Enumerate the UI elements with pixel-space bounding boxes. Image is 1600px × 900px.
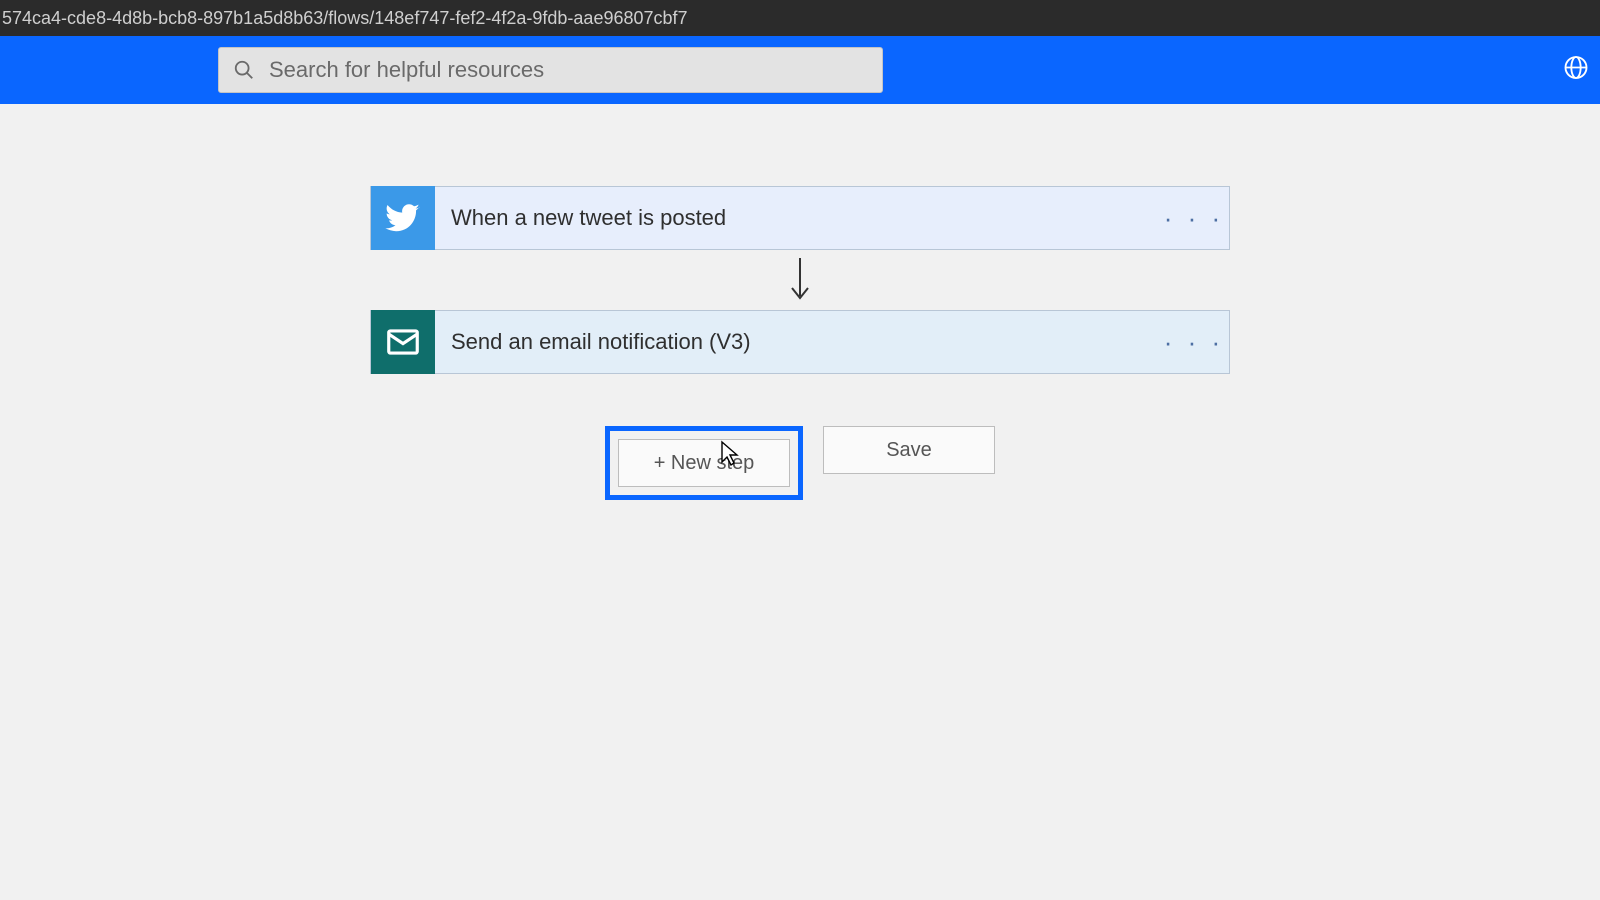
address-text: 574ca4-cde8-4d8b-bcb8-897b1a5d8b63/flows…: [2, 8, 688, 28]
action-title: Send an email notification (V3): [435, 329, 1159, 355]
search-box[interactable]: [218, 47, 883, 93]
trigger-card[interactable]: When a new tweet is posted · · ·: [370, 186, 1230, 250]
mail-icon: [371, 310, 435, 374]
app-header: [0, 36, 1600, 104]
environment-icon[interactable]: [1562, 54, 1590, 87]
twitter-icon: [371, 186, 435, 250]
flow-canvas: When a new tweet is posted · · · Send an…: [0, 104, 1600, 500]
save-button[interactable]: Save: [823, 426, 995, 474]
browser-address-bar[interactable]: 574ca4-cde8-4d8b-bcb8-897b1a5d8b63/flows…: [0, 0, 1600, 36]
action-card[interactable]: Send an email notification (V3) · · ·: [370, 310, 1230, 374]
trigger-menu-button[interactable]: · · ·: [1159, 203, 1229, 234]
action-menu-button[interactable]: · · ·: [1159, 327, 1229, 358]
highlight-box: + New step: [605, 426, 803, 500]
flow-connector[interactable]: [370, 250, 1230, 310]
trigger-title: When a new tweet is posted: [435, 205, 1159, 231]
new-step-button[interactable]: + New step: [618, 439, 790, 487]
search-input[interactable]: [269, 57, 868, 83]
search-icon: [233, 59, 255, 81]
button-row: + New step Save: [370, 426, 1230, 500]
